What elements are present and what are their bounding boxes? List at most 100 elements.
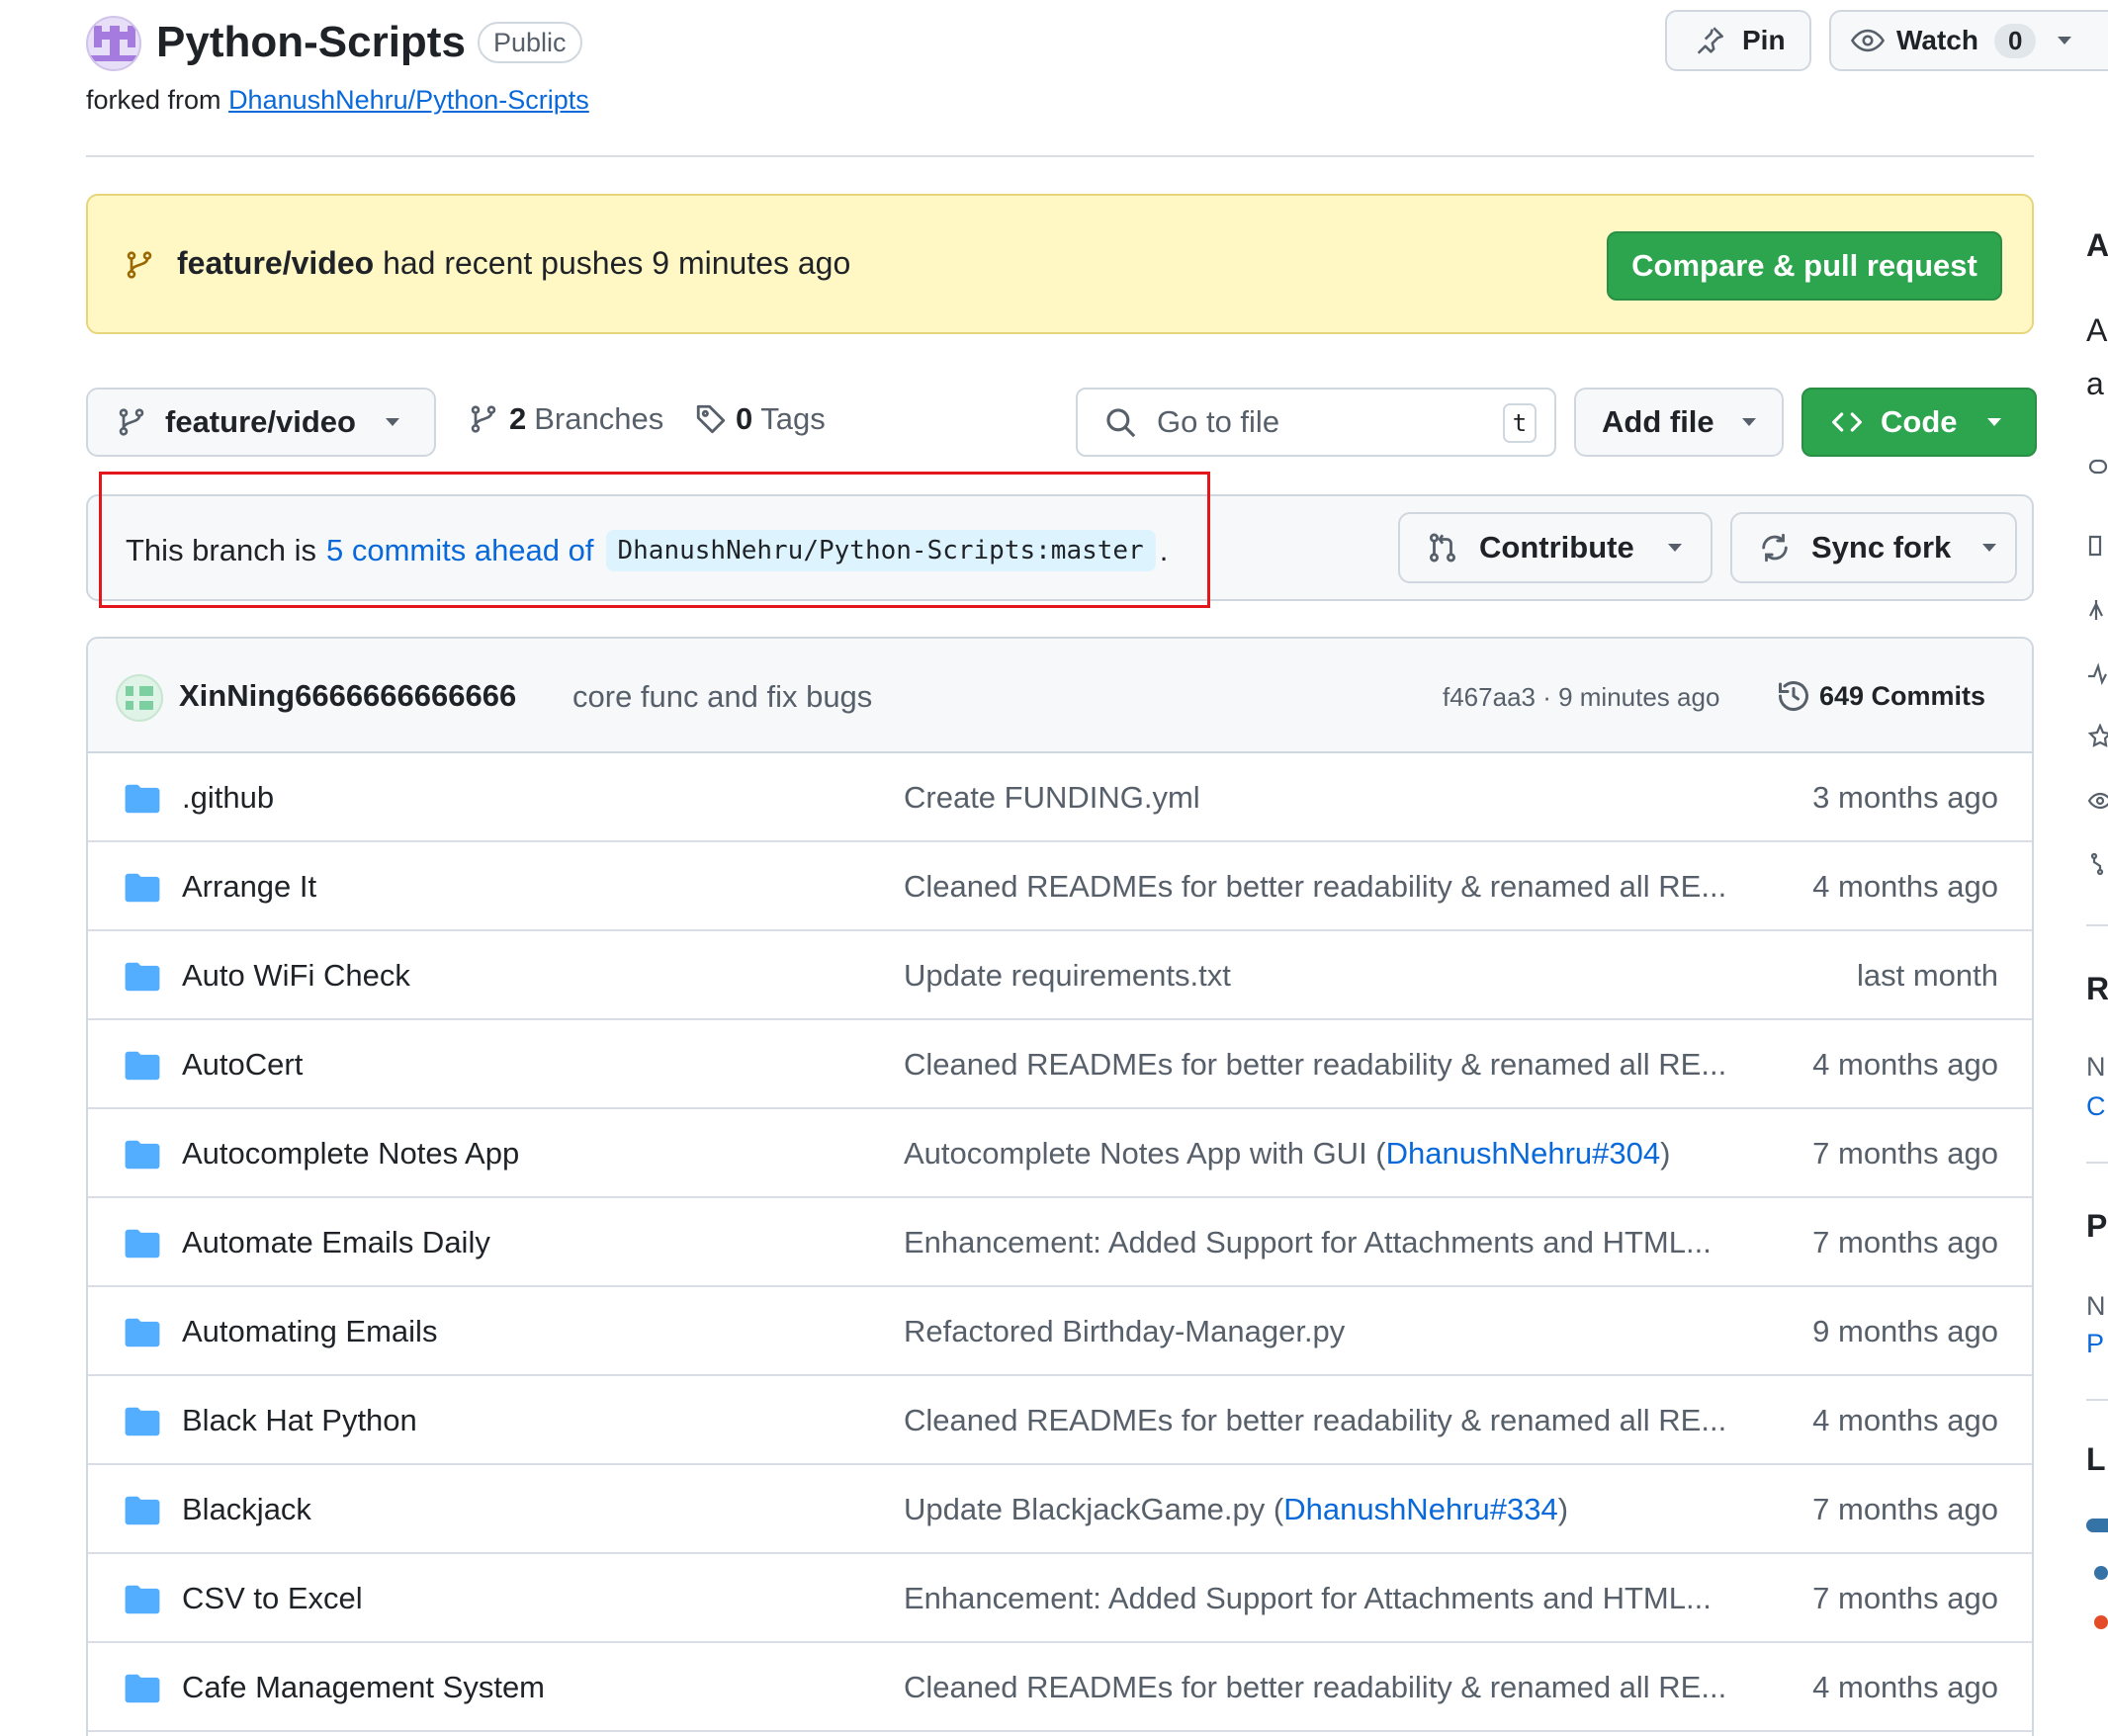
file-commit-message[interactable]: Create FUNDING.yml xyxy=(904,780,1200,816)
file-name[interactable]: CSV to Excel xyxy=(182,1581,363,1616)
commit-issue-link[interactable]: DhanushNehru#304 xyxy=(1386,1136,1661,1171)
commit-author[interactable]: XinNing6666666666666 xyxy=(179,678,516,714)
commit-message-text: Refactored Birthday-Manager.py xyxy=(904,1314,1346,1348)
packages-link[interactable]: P xyxy=(2086,1329,2108,1359)
table-row[interactable]: Arrange It Cleaned READMEs for better rea… xyxy=(88,842,2032,931)
file-commit-message[interactable]: Cleaned READMEs for better readability &… xyxy=(904,1047,1726,1083)
ahead-suffix: . xyxy=(1159,533,1169,567)
file-commit-message[interactable]: Update BlackjackGame.py (DhanushNehru#33… xyxy=(904,1492,1568,1527)
file-commit-message[interactable]: Cleaned READMEs for better readability &… xyxy=(904,1670,1726,1705)
forked-from-link[interactable]: DhanushNehru/Python-Scripts xyxy=(228,85,589,115)
commit-message-text: Cleaned READMEs for better readability &… xyxy=(904,1047,1727,1082)
compare-target: DhanushNehru/Python-Scripts:master xyxy=(605,530,1156,571)
table-row[interactable]: Cafe Management System Cleaned READMEs fo… xyxy=(88,1643,2032,1732)
watch-label: Watch xyxy=(1896,25,1978,55)
repo-owner-avatar[interactable] xyxy=(86,16,141,71)
repo-name[interactable]: Python-Scripts xyxy=(156,18,466,67)
branches-label: Branches xyxy=(534,401,664,436)
file-date: 3 months ago xyxy=(1812,780,1998,815)
branch-icon xyxy=(119,408,144,436)
user-avatar[interactable] xyxy=(116,674,163,722)
file-commit-message[interactable]: Autocomplete Notes App with GUI (Dhanush… xyxy=(904,1136,1670,1172)
file-name[interactable]: Automating Emails xyxy=(182,1314,437,1349)
table-row[interactable]: Autocomplete Notes App Autocomplete Notes… xyxy=(88,1109,2032,1198)
link-icon[interactable] xyxy=(2088,455,2108,478)
chevron-down-icon xyxy=(1667,544,1682,552)
chevron-down-icon xyxy=(1986,418,2001,426)
file-table: XinNing6666666666666 core func and fix b… xyxy=(86,637,2034,1736)
pulse-icon xyxy=(2088,662,2108,686)
code-label: Code xyxy=(1881,404,1958,439)
file-name[interactable]: Cafe Management System xyxy=(182,1670,545,1705)
branch-selector-label: feature/video xyxy=(165,404,356,439)
commit-sha-time[interactable]: f467aa3 · 9 minutes ago xyxy=(1443,682,1719,713)
languages-heading: L xyxy=(2086,1441,2106,1477)
table-row[interactable]: Automate Emails Daily Enhancement: Added … xyxy=(88,1198,2032,1287)
watch-button[interactable]: Watch 0 xyxy=(1829,10,2108,71)
star-icon xyxy=(2088,724,2108,747)
file-name[interactable]: Automate Emails Daily xyxy=(182,1225,490,1260)
commit-message-text: Update BlackjackGame.py ( xyxy=(904,1492,1284,1526)
tags-link[interactable]: 0 Tags xyxy=(694,401,826,437)
table-row[interactable]: Blackjack Update BlackjackGame.py (Dhanus… xyxy=(88,1465,2032,1554)
folder-icon xyxy=(124,961,161,998)
file-name[interactable]: Blackjack xyxy=(182,1492,311,1527)
add-file-button[interactable]: Add file xyxy=(1574,388,1784,457)
file-name[interactable]: Black Hat Python xyxy=(182,1403,417,1438)
branches-link[interactable]: 2 Branches xyxy=(468,401,663,437)
chevron-down-icon xyxy=(1741,418,1756,426)
file-date: last month xyxy=(1856,958,1998,993)
pin-button[interactable]: Pin xyxy=(1665,10,1811,71)
sync-fork-button[interactable]: Sync fork xyxy=(1730,512,2017,583)
commit-message[interactable]: core func and fix bugs xyxy=(572,679,872,715)
releases-link[interactable]: C xyxy=(2086,1091,2108,1122)
code-button[interactable]: Code xyxy=(1801,388,2037,457)
commits-ahead-link[interactable]: 5 commits ahead of xyxy=(326,533,594,568)
folder-icon xyxy=(124,1139,161,1175)
banner-branch[interactable]: feature/video xyxy=(177,245,374,281)
language-bar xyxy=(2086,1519,2108,1532)
file-commit-message[interactable]: Enhancement: Added Support for Attachmen… xyxy=(904,1581,1712,1616)
folder-icon xyxy=(124,1495,161,1531)
pin-icon xyxy=(1697,27,1724,54)
file-name[interactable]: Auto WiFi Check xyxy=(182,958,410,994)
about-heading: A xyxy=(2086,227,2108,263)
law-icon xyxy=(2088,598,2108,622)
table-row[interactable]: Auto WiFi Check Update requirements.txt la… xyxy=(88,931,2032,1020)
watch-dropdown-caret[interactable] xyxy=(2058,37,2072,44)
language-dot-html xyxy=(2094,1615,2108,1629)
compare-pull-request-button[interactable]: Compare & pull request xyxy=(1607,231,2002,301)
file-name[interactable]: .github xyxy=(182,780,274,816)
file-commit-message[interactable]: Enhancement: Added Support for Attachmen… xyxy=(904,1225,1712,1260)
file-commit-message[interactable]: Refactored Birthday-Manager.py xyxy=(904,1314,1345,1349)
commit-message-text: Create FUNDING.yml xyxy=(904,780,1200,815)
contribute-button[interactable]: Contribute xyxy=(1398,512,1713,583)
commit-message-text: Cleaned READMEs for better readability &… xyxy=(904,869,1727,904)
table-row[interactable]: Black Hat Python Cleaned READMEs for bett… xyxy=(88,1376,2032,1465)
table-row[interactable]: .github Create FUNDING.yml 3 months ago xyxy=(88,753,2032,842)
commit-issue-link[interactable]: DhanushNehru#334 xyxy=(1283,1492,1558,1526)
commits-history-link[interactable]: 649 Commits xyxy=(1776,678,1985,714)
file-commit-message[interactable]: Update requirements.txt xyxy=(904,958,1231,994)
chevron-down-icon xyxy=(1982,544,1997,552)
file-commit-message[interactable]: Cleaned READMEs for better readability &… xyxy=(904,1403,1726,1438)
file-name[interactable]: Arrange It xyxy=(182,869,316,905)
commit-message-text: Autocomplete Notes App with GUI ( xyxy=(904,1136,1386,1171)
table-row[interactable]: Automating Emails Refactored Birthday-Man… xyxy=(88,1287,2032,1376)
folder-icon xyxy=(124,1317,161,1353)
table-row[interactable]: CSV to Excel Enhancement: Added Support f… xyxy=(88,1554,2032,1643)
branch-selector[interactable]: feature/video xyxy=(86,388,436,457)
file-date: 7 months ago xyxy=(1812,1136,1998,1171)
table-row[interactable]: AutoCert Cleaned READMEs for better reada… xyxy=(88,1020,2032,1109)
file-name[interactable]: Autocomplete Notes App xyxy=(182,1136,519,1172)
sidebar-divider xyxy=(2086,924,2108,926)
packages-text: N xyxy=(2086,1291,2106,1321)
commit-message-text: Cleaned READMEs for better readability &… xyxy=(904,1403,1727,1437)
file-date: 4 months ago xyxy=(1812,1670,1998,1704)
file-commit-message[interactable]: Cleaned READMEs for better readability &… xyxy=(904,869,1726,905)
commit-message-text: Enhancement: Added Support for Attachmen… xyxy=(904,1581,1712,1615)
file-name[interactable]: AutoCert xyxy=(182,1047,303,1083)
branch-icon xyxy=(471,405,496,433)
shortcut-key: t xyxy=(1503,403,1537,443)
go-to-file-input[interactable]: Go to file t xyxy=(1076,388,1556,457)
